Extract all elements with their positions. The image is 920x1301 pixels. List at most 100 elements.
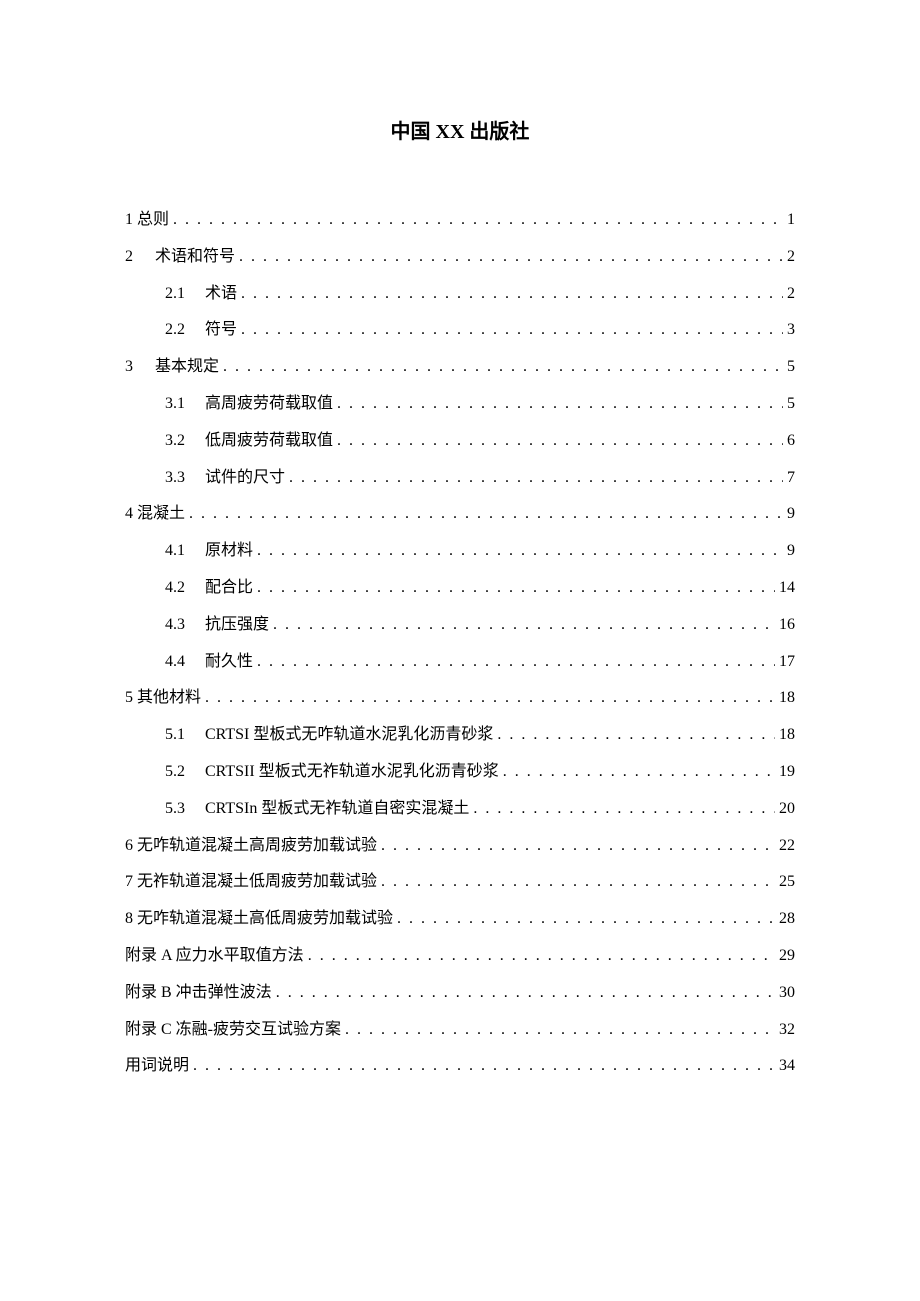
toc-entry: 附录 B 冲击弹性波法30 [125, 975, 795, 1012]
toc-entry: 4.3抗压强度 16 [125, 607, 795, 644]
toc-entry-number: 2.1 [165, 276, 205, 313]
toc-entry-label: CRTSI 型板式无咋轨道水泥乳化沥青砂浆 [205, 717, 493, 754]
toc-entry: 3.2低周疲劳荷载取值 6 [125, 423, 795, 460]
toc-leader-dots [257, 644, 775, 681]
toc-entry-label: 5 其他材料 [125, 680, 201, 717]
toc-entry-number: 5.3 [165, 791, 205, 828]
toc-leader-dots [173, 202, 783, 239]
toc-entry: 1 总则 1 [125, 202, 795, 239]
toc-entry-label: 配合比 [205, 570, 253, 607]
toc-leader-dots [223, 349, 783, 386]
toc-entry-label: 低周疲劳荷载取值 [205, 423, 333, 460]
toc-entry: 4.2配合比 14 [125, 570, 795, 607]
toc-leader-dots [473, 791, 775, 828]
toc-leader-dots [205, 680, 775, 717]
toc-entry: 4 混凝土9 [125, 496, 795, 533]
toc-leader-dots [239, 239, 783, 276]
toc-entry: 5.3CRTSIn 型板式无祚轨道自密实混凝土 20 [125, 791, 795, 828]
toc-entry-page: 19 [779, 754, 795, 791]
toc-leader-dots [503, 754, 775, 791]
toc-entry-page: 18 [779, 680, 795, 717]
toc-entry: 3基本规定 5 [125, 349, 795, 386]
toc-entry-label: 8 无咋轨道混凝土高低周疲劳加载试验 [125, 901, 393, 938]
toc-leader-dots [381, 864, 775, 901]
toc-entry: 5 其他材料 18 [125, 680, 795, 717]
toc-leader-dots [308, 938, 775, 975]
toc-entry-page: 18 [779, 717, 795, 754]
toc-leader-dots [257, 533, 783, 570]
toc-entry-page: 7 [787, 460, 795, 497]
toc-entry: 5.1CRTSI 型板式无咋轨道水泥乳化沥青砂浆 18 [125, 717, 795, 754]
toc-entry-label: 4 混凝土 [125, 496, 185, 533]
toc-entry-number: 2 [125, 239, 155, 276]
toc-leader-dots [193, 1048, 775, 1085]
toc-entry-label: 附录 C 冻融-疲劳交互试验方案 [125, 1012, 341, 1049]
toc-entry-page: 2 [787, 276, 795, 313]
toc-entry-page: 2 [787, 239, 795, 276]
document-page: 中国 XX 出版社 1 总则12术语和符号22.1术语22.2符号33基本规定5… [0, 0, 920, 1185]
toc-entry: 3.3试件的尺寸 7 [125, 460, 795, 497]
toc-leader-dots [289, 460, 783, 497]
toc-entry-label: 基本规定 [155, 349, 219, 386]
toc-entry-number: 3 [125, 349, 155, 386]
toc-entry-number: 2.2 [165, 312, 205, 349]
toc-entry-label: 6 无咋轨道混凝土高周疲劳加载试验 [125, 828, 377, 865]
toc-entry-page: 1 [787, 202, 795, 239]
toc-entry-label: 用词说明 [125, 1048, 189, 1085]
toc-entry-number: 4.4 [165, 644, 205, 681]
toc-entry-label: 抗压强度 [205, 607, 269, 644]
toc-entry-label: 附录 A 应力水平取值方法 [125, 938, 304, 975]
toc-entry-number: 3.2 [165, 423, 205, 460]
toc-entry-page: 34 [779, 1048, 795, 1085]
toc-entry: 附录 A 应力水平取值方法 29 [125, 938, 795, 975]
toc-entry: 2.1术语 2 [125, 276, 795, 313]
toc-entry-page: 16 [779, 607, 795, 644]
toc-leader-dots [345, 1012, 775, 1049]
toc-leader-dots [276, 975, 775, 1012]
toc-entry-number: 4.3 [165, 607, 205, 644]
toc-entry: 4.1原材料 9 [125, 533, 795, 570]
toc-entry-page: 30 [779, 975, 795, 1012]
toc-entry: 4.4耐久性 17 [125, 644, 795, 681]
toc-entry: 5.2CRTSII 型板式无祚轨道水泥乳化沥青砂浆19 [125, 754, 795, 791]
toc-entry: 附录 C 冻融-疲劳交互试验方案 32 [125, 1012, 795, 1049]
toc-entry-label: 术语 [205, 276, 237, 313]
toc-entry-label: 耐久性 [205, 644, 253, 681]
toc-entry-label: 术语和符号 [155, 239, 235, 276]
toc-entry: 2术语和符号2 [125, 239, 795, 276]
toc-entry-label: 高周疲劳荷载取值 [205, 386, 333, 423]
toc-leader-dots [381, 828, 775, 865]
toc-leader-dots [337, 423, 783, 460]
toc-entry-label: 7 无祚轨道混凝土低周疲劳加载试验 [125, 864, 377, 901]
toc-entry: 2.2符号3 [125, 312, 795, 349]
toc-entry-label: 试件的尺寸 [205, 460, 285, 497]
toc-entry-number: 3.1 [165, 386, 205, 423]
toc-leader-dots [273, 607, 775, 644]
toc-entry: 8 无咋轨道混凝土高低周疲劳加载试验 28 [125, 901, 795, 938]
toc-entry-label: CRTSIn 型板式无祚轨道自密实混凝土 [205, 791, 469, 828]
toc-entry: 6 无咋轨道混凝土高周疲劳加载试验22 [125, 828, 795, 865]
toc-entry-number: 3.3 [165, 460, 205, 497]
toc-entry-page: 25 [779, 864, 795, 901]
toc-entry: 用词说明 34 [125, 1048, 795, 1085]
toc-entry: 3.1高周疲劳荷载取值 5 [125, 386, 795, 423]
toc-leader-dots [337, 386, 783, 423]
toc-entry-number: 4.2 [165, 570, 205, 607]
toc-entry-page: 14 [779, 570, 795, 607]
toc-entry-page: 28 [779, 901, 795, 938]
toc-entry-page: 6 [787, 423, 795, 460]
toc-entry-number: 5.1 [165, 717, 205, 754]
toc-entry-number: 4.1 [165, 533, 205, 570]
toc-entry-page: 32 [779, 1012, 795, 1049]
toc-leader-dots [497, 717, 775, 754]
toc-leader-dots [241, 276, 783, 313]
toc-leader-dots [257, 570, 775, 607]
toc-entry-page: 5 [787, 349, 795, 386]
toc-entry-page: 17 [779, 644, 795, 681]
toc-entry-page: 5 [787, 386, 795, 423]
toc-entry-label: 原材料 [205, 533, 253, 570]
toc-entry-label: 1 总则 [125, 202, 169, 239]
toc-entry-page: 29 [779, 938, 795, 975]
toc-entry-page: 20 [779, 791, 795, 828]
toc-entry-page: 9 [787, 533, 795, 570]
